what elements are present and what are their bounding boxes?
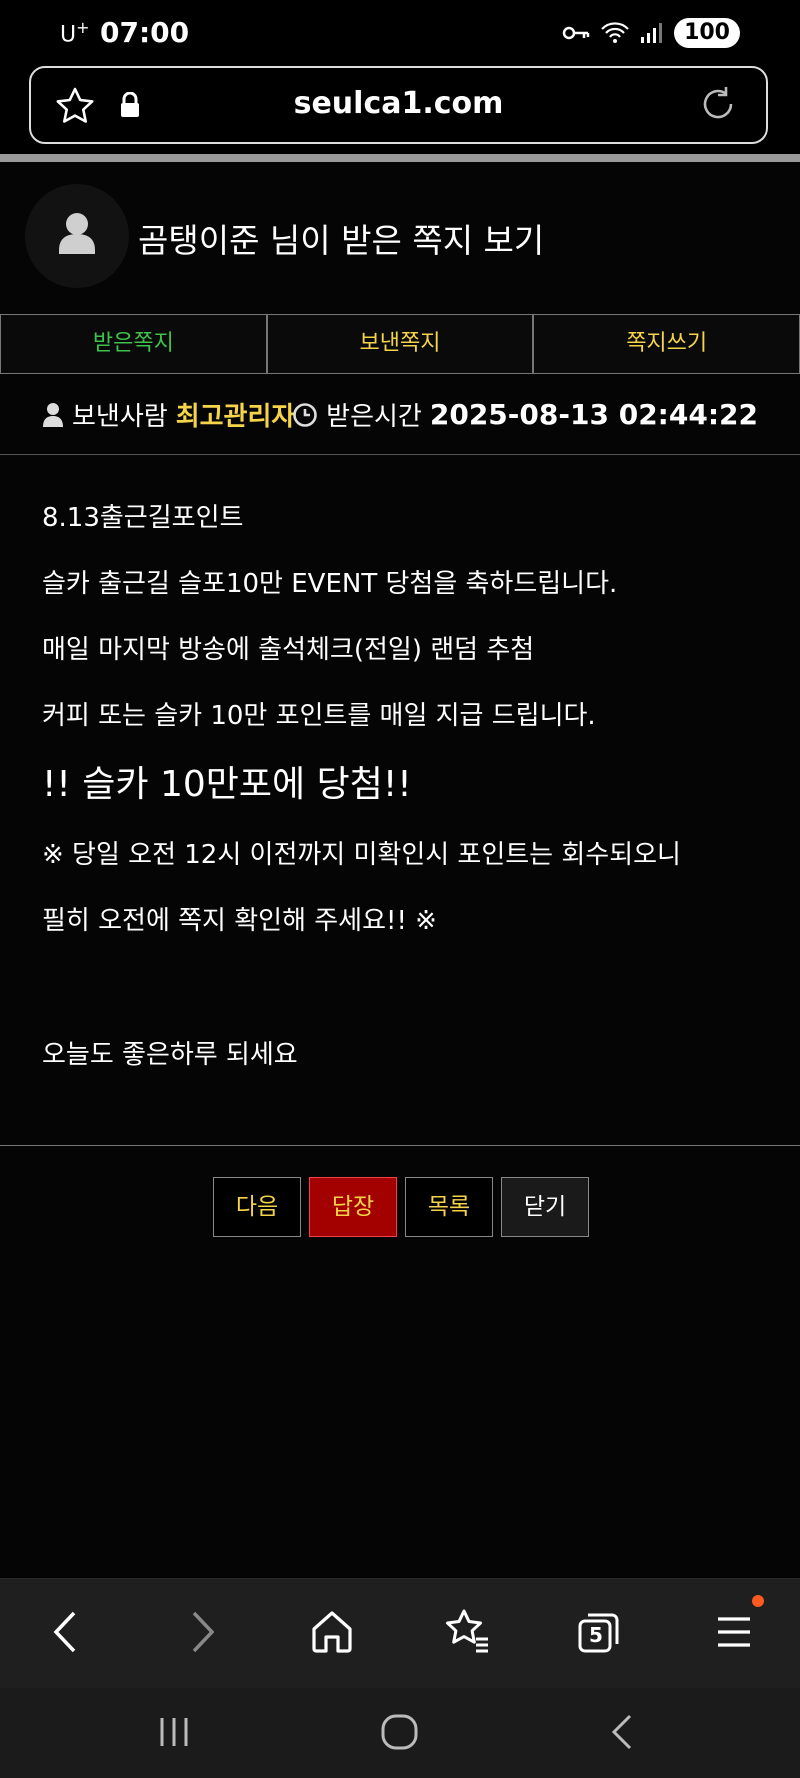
menu-icon[interactable]: [714, 1607, 754, 1657]
browser-bottom-nav: 5: [0, 1578, 800, 1689]
url-text[interactable]: seulca1.com: [31, 86, 766, 121]
system-nav-bar: [0, 1688, 800, 1778]
received-time-label: 받은시간: [326, 402, 422, 432]
message-tabs: 받은쪽지 보낸쪽지 쪽지쓰기: [0, 314, 800, 374]
person-icon: [43, 402, 63, 427]
action-buttons: 다음 답장 목록 닫기: [213, 1177, 589, 1237]
reload-icon[interactable]: [698, 84, 738, 124]
page-top-divider: [0, 154, 800, 162]
recent-apps-icon[interactable]: [154, 1710, 194, 1754]
address-bar[interactable]: seulca1.com: [29, 66, 768, 144]
tabs-button[interactable]: 5: [576, 1607, 622, 1661]
sender-info: 보낸사람 최고관리자: [42, 396, 295, 433]
message-line: 매일 마지막 방송에 출석체크(전일) 랜덤 추첨: [42, 635, 535, 665]
message-line: ※ 당일 오전 12시 이전까지 미확인시 포인트는 회수되오니: [42, 840, 681, 870]
signal-icon: [641, 23, 663, 43]
received-time: 2025-08-13 02:44:22: [429, 398, 758, 431]
sender-label: 보낸사람: [72, 402, 168, 432]
tab-compose[interactable]: 쪽지쓰기: [533, 314, 800, 374]
forward-icon[interactable]: [184, 1607, 220, 1657]
status-bar: U+ 07:00 100: [0, 0, 800, 66]
tab-sent[interactable]: 보낸쪽지: [266, 314, 534, 374]
list-button[interactable]: 목록: [405, 1177, 493, 1237]
message-page: 곰탱이준 님이 받은 쪽지 보기 받은쪽지 보낸쪽지 쪽지쓰기 보낸사람 최고관…: [0, 162, 800, 1577]
system-back-icon[interactable]: [604, 1710, 640, 1754]
message-line: 커피 또는 슬카 10만 포인트를 매일 지급 드립니다.: [42, 701, 596, 731]
message-line: 8.13출근길포인트: [42, 503, 244, 533]
carrier-label: U+: [60, 18, 90, 48]
close-button[interactable]: 닫기: [501, 1177, 589, 1237]
notification-dot: [752, 1595, 764, 1607]
status-icons: 100: [562, 18, 740, 48]
status-time: 07:00: [100, 16, 190, 49]
key-icon: [562, 26, 590, 40]
user-icon: [59, 213, 95, 254]
avatar: [25, 184, 129, 288]
back-icon[interactable]: [48, 1607, 84, 1657]
message-line: 필히 오전에 쪽지 확인해 주세요!! ※: [42, 906, 437, 936]
tab-count: 5: [589, 1623, 603, 1647]
bookmarks-icon[interactable]: [442, 1607, 492, 1657]
battery-indicator: 100: [674, 18, 740, 48]
home-button-icon[interactable]: [378, 1710, 422, 1754]
clock-icon: [293, 402, 317, 427]
wifi-icon: [601, 22, 629, 43]
body-divider: [0, 1145, 800, 1146]
message-meta: 보낸사람 최고관리자 받은시간 2025-08-13 02:44:22: [0, 374, 800, 455]
sender-name: 최고관리자: [175, 402, 296, 432]
message-line: 슬카 출근길 슬포10만 EVENT 당첨을 축하드립니다.: [42, 569, 618, 599]
tab-received[interactable]: 받은쪽지: [0, 314, 267, 374]
received-time-info: 받은시간 2025-08-13 02:44:22: [292, 396, 758, 433]
reply-button[interactable]: 답장: [309, 1177, 397, 1237]
message-headline: !! 슬카 10만포에 당첨!!: [42, 764, 412, 805]
page-title: 곰탱이준 님이 받은 쪽지 보기: [138, 221, 545, 260]
message-line: 오늘도 좋은하루 되세요: [42, 1040, 298, 1070]
next-button[interactable]: 다음: [213, 1177, 301, 1237]
home-icon[interactable]: [310, 1607, 354, 1657]
